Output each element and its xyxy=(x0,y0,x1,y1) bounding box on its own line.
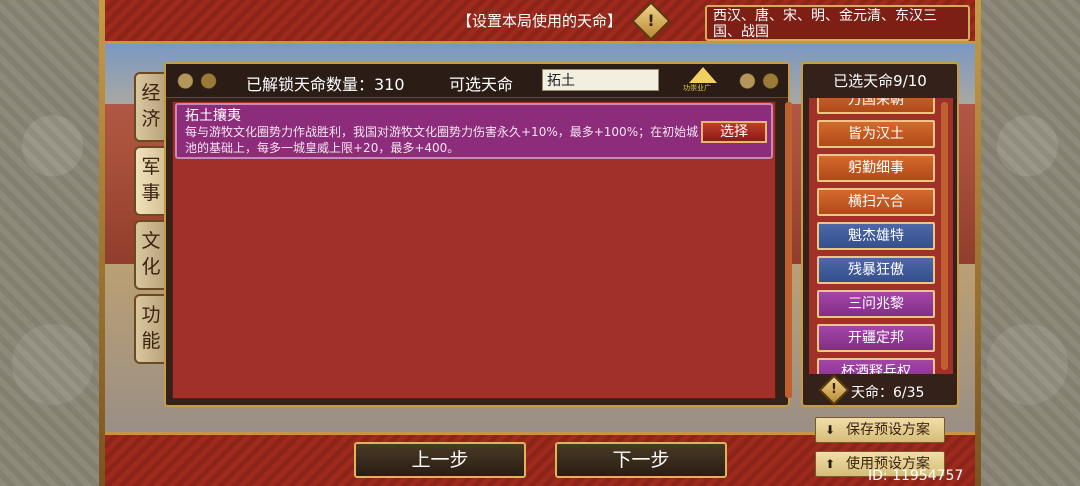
selected-list: 万国来朝 皆为汉土 躬勤细事 横扫六合 魁杰雄特 残暴狂傲 三问兆黎 开疆定邦 … xyxy=(809,98,953,374)
wealth-icon[interactable]: 功崇业广 xyxy=(681,67,725,95)
save-preset-label: 保存预设方案 xyxy=(846,422,930,438)
select-button[interactable]: 选择 xyxy=(701,121,767,143)
selected-item[interactable]: 万国来朝 xyxy=(817,98,935,114)
item-title: 拓土攘夷 xyxy=(185,108,241,124)
player-id: ID: 11954757 xyxy=(868,468,964,484)
next-step-button[interactable]: 下一步 xyxy=(555,442,727,478)
selected-item[interactable]: 横扫六合 xyxy=(817,188,935,216)
top-banner: 【设置本局使用的天命】 ! 西汉、唐、宋、明、金元清、东汉三国、战国 xyxy=(105,0,975,44)
tab-culture[interactable]: 文化 xyxy=(134,220,168,290)
scroll-thumb[interactable] xyxy=(941,102,948,370)
panel-header: 已解锁天命数量：310 可选天命 功崇业广 xyxy=(166,64,788,98)
selected-item[interactable]: 魁杰雄特 xyxy=(817,222,935,250)
selected-destiny-panel: 已选天命9/10 万国来朝 皆为汉土 躬勤细事 横扫六合 魁杰雄特 残暴狂傲 三… xyxy=(801,62,959,407)
selected-item[interactable]: 杯酒释兵权 xyxy=(817,358,935,374)
left-ornament-panel xyxy=(0,0,105,486)
list-item[interactable]: 拓土攘夷 每与游牧文化圈势力作战胜利，我国对游牧文化圈势力伤害永久+10%，最多… xyxy=(175,103,773,159)
dragon-ornament-icon xyxy=(730,66,788,96)
upload-icon: ⬆ xyxy=(824,457,836,471)
selected-item[interactable]: 开疆定邦 xyxy=(817,324,935,352)
search-input[interactable] xyxy=(542,69,659,91)
item-description: 每与游牧文化圈势力作战胜利，我国对游牧文化圈势力伤害永久+10%，最多+100%… xyxy=(185,125,699,155)
save-preset-button[interactable]: ⬇ 保存预设方案 xyxy=(815,417,945,443)
download-icon: ⬇ xyxy=(824,423,836,437)
warning-icon[interactable]: ! xyxy=(631,1,671,41)
tab-function[interactable]: 功能 xyxy=(134,294,168,364)
available-label: 可选天命 xyxy=(449,75,514,94)
destiny-count: 天命：6/35 xyxy=(851,385,925,401)
available-destiny-panel: 已解锁天命数量：310 可选天命 功崇业广 拓土攘夷 每与游牧文化圈势力作战胜利… xyxy=(164,62,792,407)
dynasty-list: 西汉、唐、宋、明、金元清、东汉三国、战国 xyxy=(705,5,970,41)
selected-item[interactable]: 残暴狂傲 xyxy=(817,256,935,284)
tab-military[interactable]: 军事 xyxy=(134,146,168,216)
selected-scrollbar[interactable] xyxy=(941,102,948,370)
selected-title: 已选天命9/10 xyxy=(833,72,927,90)
tab-economy[interactable]: 经济 xyxy=(134,72,168,142)
wealth-icon-caption: 功崇业广 xyxy=(683,84,711,92)
page-title: 【设置本局使用的天命】 xyxy=(457,12,623,30)
warning-icon[interactable]: ! xyxy=(818,374,850,406)
right-ornament-panel xyxy=(975,0,1080,486)
selected-item[interactable]: 三问兆黎 xyxy=(817,290,935,318)
unlocked-count: 已解锁天命数量：310 xyxy=(246,75,405,94)
scroll-thumb[interactable] xyxy=(785,102,792,398)
destiny-list: 拓土攘夷 每与游牧文化圈势力作战胜利，我国对游牧文化圈势力伤害永久+10%，最多… xyxy=(172,101,792,399)
selected-item[interactable]: 皆为汉土 xyxy=(817,120,935,148)
dragon-ornament-icon xyxy=(168,66,226,96)
list-scrollbar[interactable] xyxy=(785,102,792,398)
selected-item[interactable]: 躬勤细事 xyxy=(817,154,935,182)
prev-step-button[interactable]: 上一步 xyxy=(354,442,526,478)
gold-ingot-icon xyxy=(689,67,717,83)
